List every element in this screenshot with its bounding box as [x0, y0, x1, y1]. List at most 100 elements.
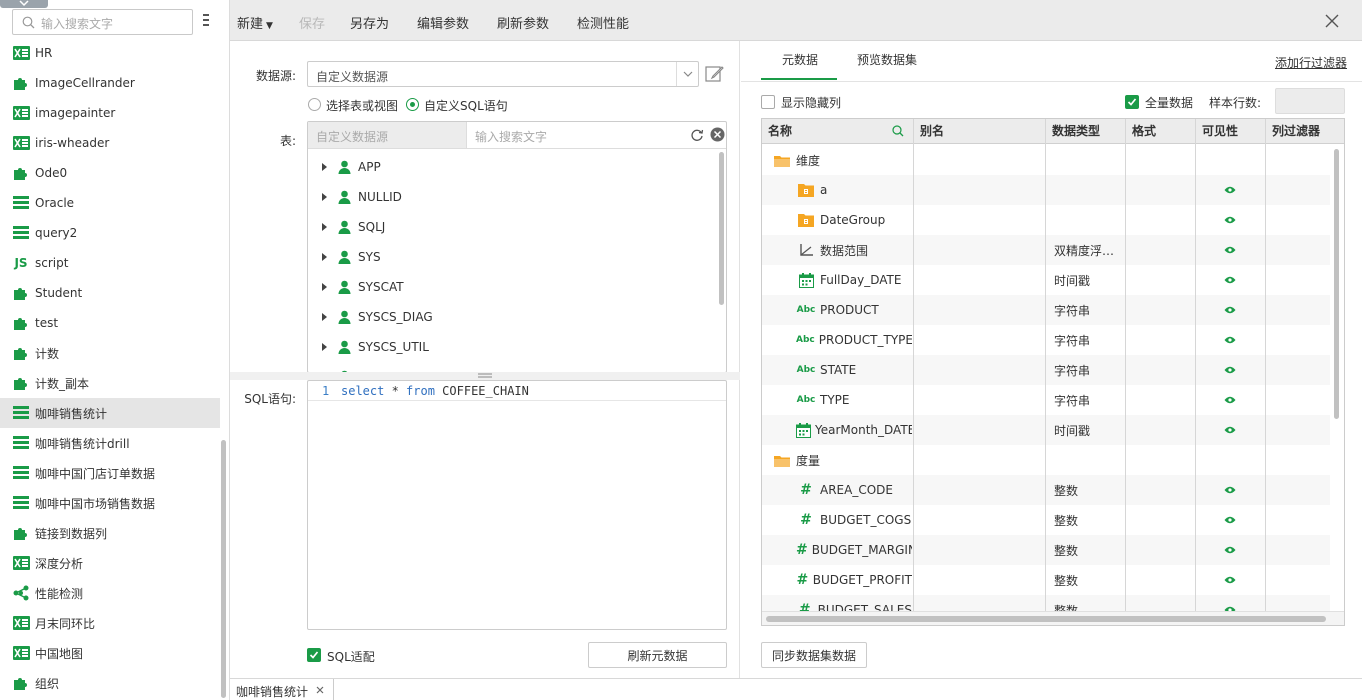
schema-item[interactable]: SYSCS_DIAG [308, 302, 433, 332]
col-filter[interactable]: 列过滤器 [1266, 119, 1320, 144]
search-input[interactable]: 输入搜索文字 [12, 9, 193, 35]
caret-right-icon[interactable] [321, 222, 328, 232]
grid-row[interactable]: # BUDGET_MARGIN 整数 [762, 535, 1330, 565]
schema-item[interactable]: SYSCAT [308, 272, 404, 302]
tree-item[interactable]: 计数_副本 [0, 368, 220, 398]
tab-metadata[interactable]: 元数据 [782, 51, 818, 68]
refresh-metadata-button[interactable]: 刷新元数据 [588, 642, 727, 668]
row-visibility[interactable] [1224, 175, 1238, 205]
tree-item[interactable]: 链接到数据列 [0, 518, 220, 548]
sql-adapt-checkbox[interactable] [307, 648, 321, 662]
grid-row[interactable]: 数据范围 双精度浮… [762, 235, 1330, 265]
grid-row[interactable]: # BUDGET_COGS 整数 [762, 505, 1330, 535]
grid-vertical-scrollbar[interactable] [1334, 149, 1339, 419]
row-visibility[interactable] [1224, 265, 1238, 295]
tree-item[interactable]: test [0, 308, 220, 338]
schema-item[interactable]: SYSCS_UTIL [308, 332, 429, 362]
row-visibility[interactable] [1224, 385, 1238, 415]
row-visibility[interactable] [1224, 355, 1238, 385]
row-visibility[interactable] [1224, 535, 1238, 565]
schema-item[interactable]: NULLID [308, 182, 402, 212]
tree-item[interactable]: iris-wheader [0, 128, 220, 158]
tree-item[interactable]: imagepainter [0, 98, 220, 128]
add-row-filter-link[interactable]: 添加行过滤器 [1275, 54, 1347, 71]
row-visibility[interactable] [1224, 325, 1238, 355]
edit-params-button[interactable]: 编辑参数 [417, 13, 469, 32]
grid-horizontal-scrollbar[interactable] [766, 616, 1326, 622]
schema-scrollbar[interactable] [719, 152, 724, 305]
tree-item[interactable]: 计数 [0, 338, 220, 368]
collapse-tab[interactable] [0, 0, 48, 8]
grid-row[interactable]: Abc TYPE 字符串 [762, 385, 1330, 415]
schema-item[interactable]: SYSFUN [308, 362, 405, 372]
splitter[interactable] [230, 372, 740, 380]
datasource-select[interactable]: 自定义数据源 [307, 61, 699, 87]
radio-custom-sql[interactable] [406, 98, 419, 111]
col-data-type[interactable]: 数据类型 [1046, 119, 1100, 144]
caret-right-icon[interactable] [321, 252, 328, 262]
row-visibility[interactable] [1224, 505, 1238, 535]
row-visibility[interactable] [1224, 565, 1238, 595]
row-visibility[interactable] [1224, 235, 1238, 265]
tree-item[interactable]: JS script [0, 248, 220, 278]
schema-item[interactable]: SQLJ [308, 212, 385, 242]
grid-row[interactable]: 度量 [762, 445, 1330, 475]
tree-item[interactable]: 咖啡中国门店订单数据 [0, 458, 220, 488]
grid-row[interactable]: # BUDGET_PROFIT 整数 [762, 565, 1330, 595]
refresh-params-button[interactable]: 刷新参数 [497, 13, 549, 32]
tree-item[interactable]: query2 [0, 218, 220, 248]
grid-row[interactable]: a [762, 175, 1330, 205]
col-alias[interactable]: 别名 [914, 119, 944, 144]
check-performance-button[interactable]: 检测性能 [577, 13, 629, 32]
row-visibility[interactable] [1224, 475, 1238, 505]
col-visibility[interactable]: 可见性 [1196, 119, 1238, 144]
sync-dataset-button[interactable]: 同步数据集数据 [761, 642, 867, 668]
grid-row[interactable]: Abc PRODUCT_TYPE 字符串 [762, 325, 1330, 355]
tree-item[interactable]: 性能检测 [0, 578, 220, 608]
save-button[interactable]: 保存 [299, 13, 325, 32]
save-as-button[interactable]: 另存为 [350, 13, 389, 32]
tree-item[interactable]: HR [0, 38, 220, 68]
row-visibility[interactable] [1224, 415, 1238, 445]
grid-row[interactable]: # AREA_CODE 整数 [762, 475, 1330, 505]
radio-table-or-view[interactable] [308, 98, 321, 111]
tab-preview[interactable]: 预览数据集 [857, 51, 917, 68]
tree-item[interactable]: 咖啡中国市场销售数据 [0, 488, 220, 518]
col-format[interactable]: 格式 [1126, 119, 1156, 144]
clear-icon[interactable] [710, 127, 725, 142]
show-hidden-checkbox[interactable] [761, 95, 775, 109]
tree-item[interactable]: 月末同环比 [0, 608, 220, 638]
schema-item[interactable]: SYS [308, 242, 381, 272]
search-icon[interactable] [892, 125, 904, 137]
new-button[interactable]: 新建 ▼ [237, 13, 273, 32]
sample-rows-input[interactable] [1275, 88, 1345, 114]
tree-item[interactable]: 组织 [0, 668, 220, 698]
grid-row[interactable]: Abc STATE 字符串 [762, 355, 1330, 385]
left-scrollbar[interactable] [221, 440, 226, 698]
close-icon[interactable] [1325, 14, 1339, 28]
row-visibility[interactable] [1224, 205, 1238, 235]
grid-row[interactable]: DateGroup [762, 205, 1330, 235]
tree-item[interactable]: 咖啡销售统计 [0, 398, 220, 428]
tree-item[interactable]: Oracle [0, 188, 220, 218]
row-visibility[interactable] [1224, 295, 1238, 325]
tree-item[interactable]: 中国地图 [0, 638, 220, 668]
tree-item[interactable]: Ode0 [0, 158, 220, 188]
edit-icon[interactable] [705, 64, 724, 83]
table-search-input[interactable]: 输入搜索文字 [475, 128, 547, 145]
caret-right-icon[interactable] [321, 312, 328, 322]
dropdown-arrow[interactable] [676, 62, 698, 86]
bottom-tab-active[interactable]: 咖啡销售统计 [230, 679, 334, 700]
tree-item[interactable]: ImageCellrander [0, 68, 220, 98]
caret-right-icon[interactable] [321, 162, 328, 172]
grid-row[interactable]: Abc PRODUCT 字符串 [762, 295, 1330, 325]
grid-row[interactable]: YearMonth_DATE 时间戳 [762, 415, 1330, 445]
all-data-checkbox[interactable] [1125, 95, 1139, 109]
more-menu-icon[interactable] [203, 13, 211, 29]
caret-right-icon[interactable] [321, 342, 328, 352]
caret-right-icon[interactable] [321, 192, 328, 202]
tree-item[interactable]: 深度分析 [0, 548, 220, 578]
grid-row[interactable]: FullDay_DATE 时间戳 [762, 265, 1330, 295]
grid-row[interactable]: 维度 [762, 145, 1330, 175]
schema-item[interactable]: APP [308, 152, 381, 182]
